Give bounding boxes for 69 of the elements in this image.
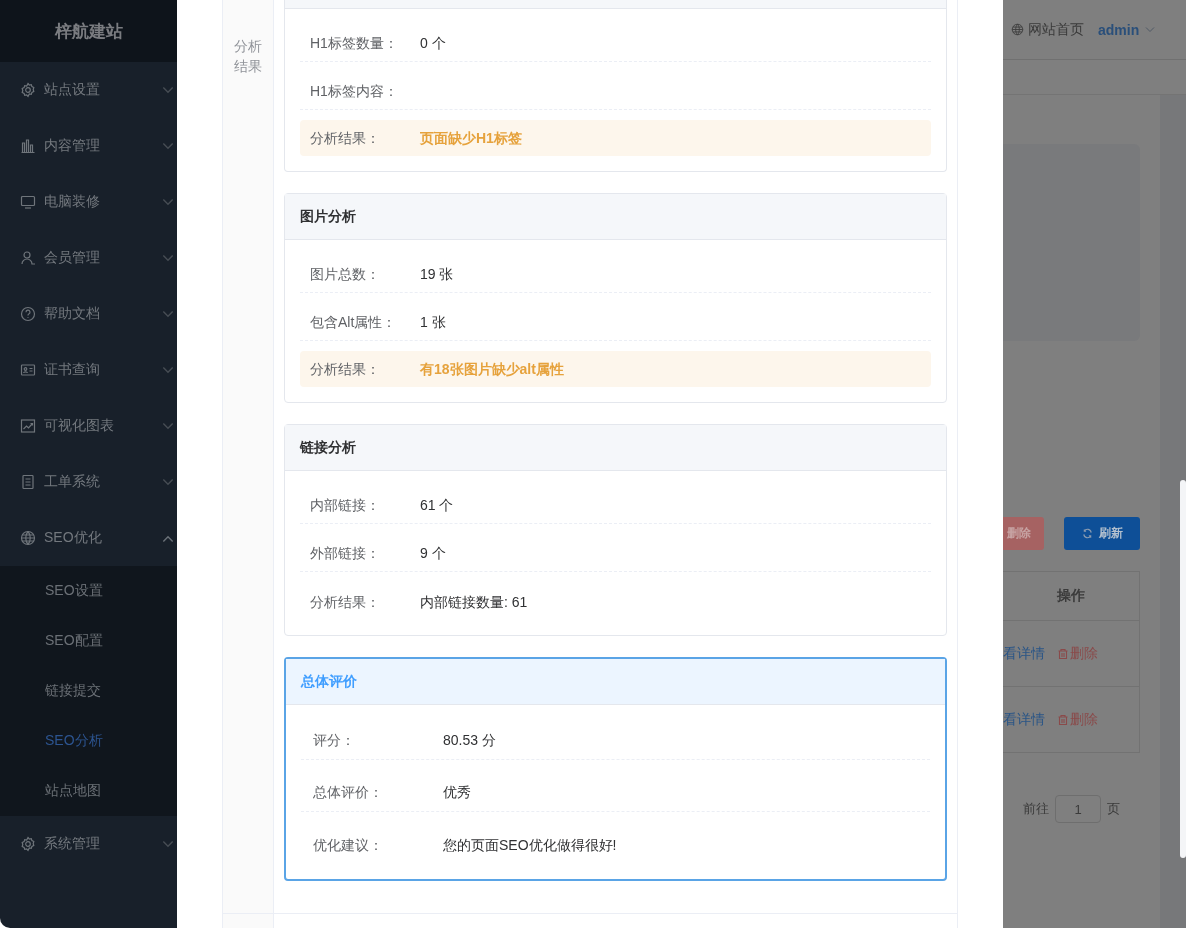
globe-icon bbox=[20, 530, 36, 546]
field-label: 优化建议： bbox=[313, 836, 384, 855]
menu-item[interactable]: 电脑装修 bbox=[0, 174, 177, 230]
field-value: 有18张图片缺少alt属性 bbox=[420, 360, 564, 379]
user-icon bbox=[20, 250, 36, 266]
bars-icon bbox=[20, 138, 36, 154]
field-value: 1 张 bbox=[420, 313, 446, 332]
field-value: 内部链接数量: 61 bbox=[420, 593, 528, 612]
card-title: 链接分析 bbox=[285, 425, 946, 471]
menu-item[interactable]: 可视化图表 bbox=[0, 398, 177, 454]
view-details-link[interactable]: 看详情 bbox=[1003, 644, 1045, 663]
goto-label: 前往 bbox=[1023, 800, 1049, 818]
field-label: H1标签数量： bbox=[310, 34, 399, 53]
field-value: 19 张 bbox=[420, 265, 454, 284]
field-value: 优秀 bbox=[443, 783, 471, 802]
chevron-down-icon bbox=[1145, 26, 1156, 33]
field-value: 61 个 bbox=[420, 496, 454, 515]
section-label: 分析结果 bbox=[223, 0, 274, 913]
field-label: 分析结果： bbox=[310, 360, 381, 379]
field-label: 分析结果： bbox=[310, 593, 381, 612]
submenu-item[interactable]: 链接提交 bbox=[0, 666, 177, 716]
menu-item[interactable]: 内容管理 bbox=[0, 118, 177, 174]
card-icon bbox=[20, 362, 36, 378]
toolbar-button[interactable]: 删除 bbox=[1003, 517, 1044, 550]
submenu-item[interactable]: SEO配置 bbox=[0, 616, 177, 666]
column-header: 操作 bbox=[1003, 572, 1139, 621]
field-label: H1标签内容： bbox=[310, 82, 399, 101]
trash-icon bbox=[1057, 713, 1069, 726]
menu-item[interactable]: 会员管理 bbox=[0, 230, 177, 286]
field-label: 包含Alt属性： bbox=[310, 313, 398, 332]
menu-item[interactable]: 证书查询 bbox=[0, 342, 177, 398]
menu-item[interactable]: SEO优化 bbox=[0, 510, 177, 566]
chart-icon bbox=[20, 418, 36, 434]
menu-item[interactable]: 帮助文档 bbox=[0, 286, 177, 342]
menu-item[interactable]: 站点设置 bbox=[0, 62, 177, 118]
logo-text: 梓航建站 bbox=[0, 0, 177, 62]
gear-icon bbox=[20, 836, 36, 852]
field-label: 分析结果： bbox=[310, 129, 381, 148]
doc-icon bbox=[20, 474, 36, 490]
page-suffix: 页 bbox=[1107, 800, 1120, 818]
submenu-item[interactable]: 站点地图 bbox=[0, 766, 177, 816]
globe-icon bbox=[1011, 23, 1024, 36]
monitor-icon bbox=[20, 194, 36, 210]
page-input[interactable]: 1 bbox=[1055, 795, 1101, 823]
submenu-item[interactable]: SEO设置 bbox=[0, 566, 177, 616]
refresh-icon bbox=[1082, 528, 1093, 539]
user-menu[interactable]: admin bbox=[1098, 21, 1156, 38]
field-value: 80.53 分 bbox=[443, 731, 496, 750]
toolbar-button[interactable]: 刷新 bbox=[1064, 517, 1140, 550]
field-label: 评分： bbox=[313, 731, 356, 750]
home-link[interactable]: 网站首页 bbox=[1011, 20, 1084, 39]
field-value: 页面缺少H1标签 bbox=[420, 129, 522, 148]
menu-item[interactable]: 系统管理 bbox=[0, 816, 177, 872]
question-icon bbox=[20, 306, 36, 322]
submenu-item[interactable]: SEO分析 bbox=[0, 716, 177, 766]
field-label: 外部链接： bbox=[310, 544, 381, 563]
field-label: 内部链接： bbox=[310, 496, 381, 515]
trash-icon bbox=[1057, 647, 1069, 660]
card-title: 总体评价 bbox=[286, 659, 945, 705]
gear-icon bbox=[20, 82, 36, 98]
menu-item[interactable]: 工单系统 bbox=[0, 454, 177, 510]
field-value: 0 个 bbox=[420, 34, 446, 53]
scrollbar-thumb[interactable] bbox=[1180, 480, 1186, 858]
view-details-link[interactable]: 看详情 bbox=[1003, 710, 1045, 729]
field-value: 9 个 bbox=[420, 544, 446, 563]
field-label: 总体评价： bbox=[313, 783, 384, 802]
field-label: 图片总数： bbox=[310, 265, 381, 284]
card-title: 图片分析 bbox=[285, 194, 946, 240]
field-value: 您的页面SEO优化做得很好! bbox=[443, 836, 617, 855]
